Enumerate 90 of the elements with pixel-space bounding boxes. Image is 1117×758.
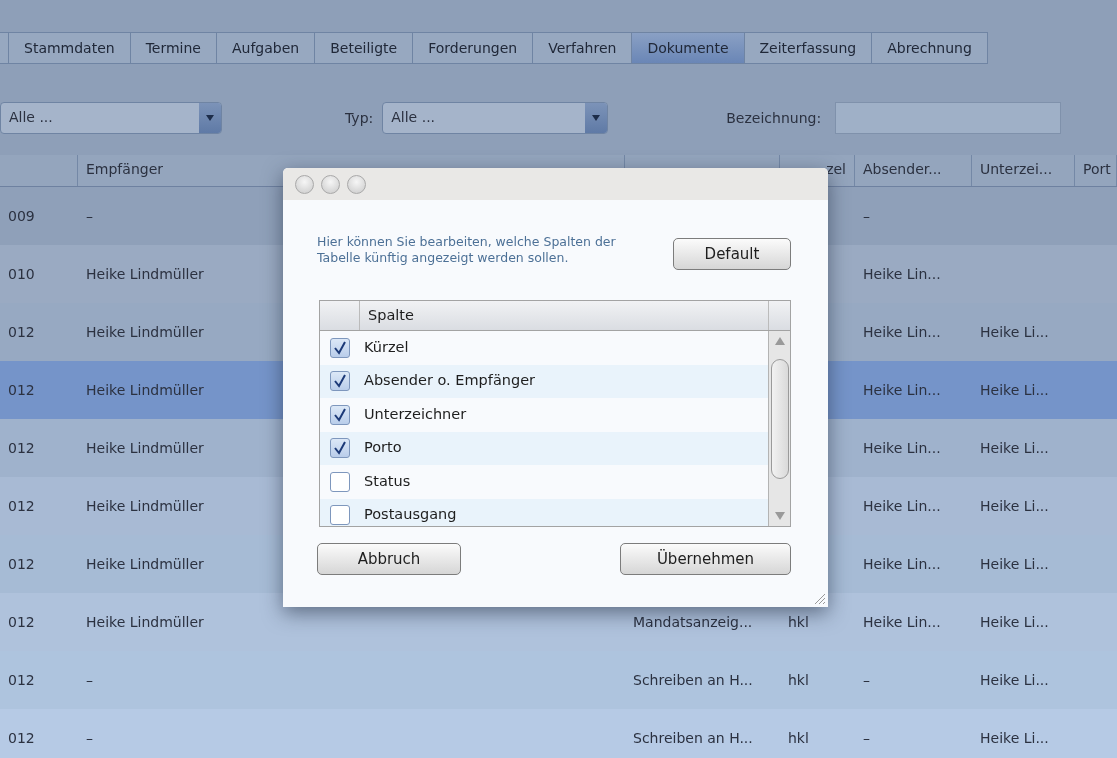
table-cell: Heike Lindmüller — [86, 613, 204, 630]
table-cell: – — [863, 729, 870, 746]
table-cell: 012 — [8, 671, 35, 688]
column-header: Empfänger — [86, 161, 163, 177]
table-cell: Heike Lindmüller — [86, 323, 204, 340]
scroll-down-icon[interactable] — [774, 512, 785, 520]
table-cell: Heike Lindmüller — [86, 381, 204, 398]
tab[interactable]: Aufgaben — [217, 32, 316, 64]
minimize-button[interactable] — [321, 174, 340, 194]
close-button[interactable] — [295, 174, 314, 194]
type-label: Typ: — [345, 108, 374, 128]
table-cell: Heike Lin... — [863, 613, 941, 630]
tab[interactable]: Dokumente — [632, 32, 745, 64]
table-cell: Heike Li... — [980, 497, 1049, 514]
column-header: Spalte — [367, 305, 415, 325]
table-cell: – — [86, 207, 93, 224]
checkbox[interactable] — [330, 404, 350, 425]
dropdown-arrow-icon — [592, 115, 601, 121]
table-cell: Heike Li... — [980, 323, 1049, 340]
table-cell: Heike Li... — [980, 613, 1049, 630]
table-cell: Heike Lindmüller — [86, 555, 204, 572]
column-name: Kürzel — [364, 337, 409, 357]
column-name: Porto — [364, 438, 402, 458]
table-cell: 012 — [8, 381, 35, 398]
tab[interactable]: Stammdaten — [9, 32, 131, 64]
table-cell: 012 — [8, 497, 35, 514]
table-cell: – — [863, 207, 870, 224]
column-header: Absender... — [863, 161, 942, 177]
table-cell: 012 — [8, 555, 35, 572]
tab[interactable]: Termine — [130, 32, 217, 64]
tab[interactable]: Beteiligte — [315, 32, 414, 64]
dropdown[interactable]: Alle ... — [0, 102, 222, 134]
tab[interactable] — [0, 32, 9, 64]
apply-button[interactable]: Übernehmen — [620, 543, 791, 575]
scroll-thumb[interactable] — [770, 359, 789, 479]
scroll-up-icon[interactable] — [774, 337, 785, 345]
table-cell: – — [86, 729, 93, 746]
table-cell: hkl — [788, 729, 809, 746]
table-cell: Schreiben an H... — [633, 729, 753, 746]
table-cell: Heike Li... — [980, 439, 1049, 456]
default-button[interactable]: Default — [673, 238, 791, 270]
dropdown[interactable]: Alle ... — [382, 102, 609, 134]
tab[interactable]: Verfahren — [533, 32, 633, 64]
column-header-fragment: zel — [826, 161, 846, 177]
table-cell: Heike Lindmüller — [86, 497, 204, 514]
table-cell: Heike Lin... — [863, 381, 941, 398]
table-cell: 012 — [8, 323, 35, 340]
tab[interactable]: Forderungen — [413, 32, 534, 64]
table-cell: 012 — [8, 613, 35, 630]
table-cell: Heike Lin... — [863, 497, 941, 514]
resize-grip-icon[interactable] — [812, 591, 826, 605]
checkbox[interactable] — [330, 505, 350, 526]
table-cell: Heike Li... — [980, 729, 1049, 746]
column-header: Port — [1083, 161, 1111, 177]
checkbox[interactable] — [330, 337, 350, 358]
table-cell: Heike Li... — [980, 555, 1049, 572]
scrollbar[interactable] — [768, 331, 790, 526]
name-label: Bezeichnung: — [726, 108, 822, 128]
table-cell: Heike Lin... — [863, 439, 941, 456]
table-cell: – — [86, 671, 93, 688]
table-cell: Heike Li... — [980, 381, 1049, 398]
tab[interactable]: Abrechnung — [872, 32, 988, 64]
zoom-button[interactable] — [347, 174, 366, 194]
checkbox[interactable] — [330, 371, 350, 392]
column-name: Status — [364, 471, 411, 491]
name-field[interactable] — [835, 102, 1062, 134]
table-cell: Mandatsanzeig... — [633, 613, 753, 630]
table-cell: Schreiben an H... — [633, 671, 753, 688]
tab[interactable]: Zeiterfassung — [744, 32, 873, 64]
column-name: Absender o. Empfänger — [364, 371, 536, 391]
table-cell: Heike Lin... — [863, 555, 941, 572]
cancel-button[interactable]: Abbruch — [317, 543, 461, 575]
column-name: Postausgang — [364, 505, 457, 525]
table-cell: – — [863, 671, 870, 688]
table-cell: Heike Lindmüller — [86, 265, 204, 282]
dropdown-arrow-icon — [206, 115, 214, 121]
table-cell: 012 — [8, 439, 35, 456]
table-cell: 010 — [8, 265, 35, 282]
column-header: Unterzei... — [980, 161, 1053, 177]
table-cell: Heike Lin... — [863, 265, 941, 282]
table-cell: Heike Lin... — [863, 323, 941, 340]
checkbox[interactable] — [330, 438, 350, 459]
table-cell: 009 — [8, 207, 35, 224]
table-cell: Heike Li... — [980, 671, 1049, 688]
dialog-message: Hier können Sie bearbeiten, welche Spalten der Tabelle künftig angezeigt werden sollen. — [317, 234, 617, 266]
checkbox[interactable] — [330, 471, 350, 492]
table-cell: 012 — [8, 729, 35, 746]
table-cell: Heike Lindmüller — [86, 439, 204, 456]
table-cell: hkl — [788, 613, 809, 630]
table-cell: hkl — [788, 671, 809, 688]
